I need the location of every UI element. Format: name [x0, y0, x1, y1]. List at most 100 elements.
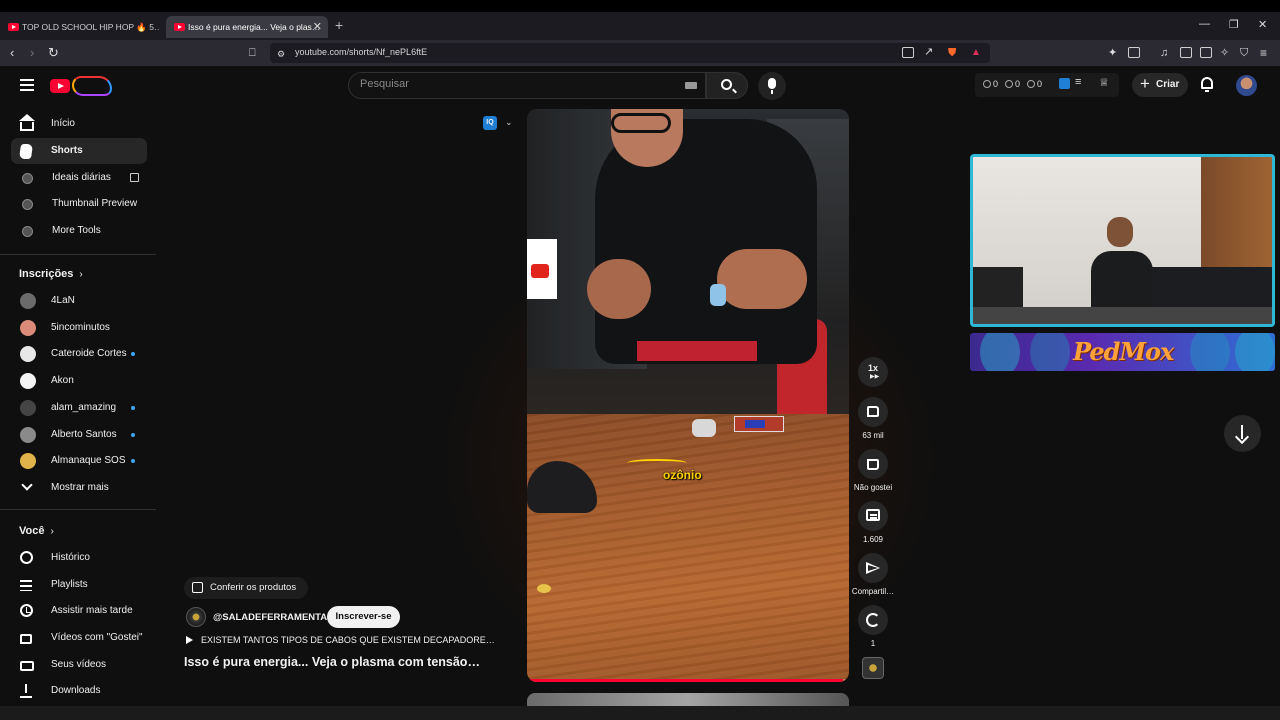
subscription-item[interactable]: Almanaque SOS — [11, 448, 147, 474]
sidebar-item-watch-later[interactable]: Assistir mais tarde — [11, 598, 147, 624]
shield-icon[interactable]: ⛊ — [948, 45, 956, 61]
history-icon — [20, 551, 33, 564]
rewards-icon[interactable]: ▲ — [971, 45, 981, 61]
browser-tab-bar: TOP OLD SCHOOL HIP HOP 🔥 5… Isso é pura … — [0, 0, 1280, 40]
video-watch — [710, 284, 726, 306]
forward-icon[interactable]: › — [30, 45, 34, 61]
like-button[interactable] — [858, 397, 888, 427]
share-button[interactable] — [858, 553, 888, 583]
video-progress-bar[interactable] — [527, 679, 849, 682]
channel-name[interactable]: @SALADEFERRAMENTAS — [213, 612, 333, 623]
sidebar-item-ideas[interactable]: Ideais diárias — [11, 165, 147, 191]
subscription-item[interactable]: 4LaN — [11, 288, 147, 314]
comments-button[interactable] — [858, 501, 888, 531]
short-description[interactable]: EXISTEM TANTOS TIPOS DE CABOS QUE EXISTE… — [186, 635, 495, 645]
bookmark-icon[interactable]: ⎕ — [249, 45, 256, 61]
sidebar-divider — [0, 509, 156, 510]
video-circuit — [682, 414, 792, 437]
sidebar-item-downloads[interactable]: Downloads — [11, 678, 147, 704]
channel-avatar — [20, 399, 36, 416]
browser-tab-1[interactable]: TOP OLD SCHOOL HIP HOP 🔥 5… — [0, 16, 160, 38]
sidebar-item-label: Playlists — [51, 579, 88, 590]
video-hand — [717, 249, 807, 309]
subscribe-button[interactable]: Inscrever-se — [327, 606, 400, 628]
sidebar-item-home[interactable]: Início — [11, 111, 147, 137]
site-info-icon[interactable]: ⚙ — [277, 46, 285, 62]
channel-avatar — [20, 426, 36, 443]
reload-icon[interactable]: ↻ — [48, 45, 59, 61]
show-more-button[interactable]: Mostrar mais — [11, 475, 147, 501]
search-input[interactable] — [360, 78, 670, 90]
hamburger-menu-icon[interactable] — [20, 79, 34, 91]
new-tab-button[interactable]: + — [335, 17, 343, 33]
list-icon[interactable]: ≡ — [1075, 76, 1081, 88]
eye-icon — [1005, 80, 1013, 88]
screenshot-icon[interactable] — [1128, 47, 1140, 58]
wallet-icon[interactable] — [1200, 47, 1212, 58]
voice-search-button[interactable] — [758, 72, 786, 100]
next-short-button[interactable] — [1224, 415, 1261, 452]
you-heading[interactable]: Você › — [19, 525, 54, 537]
subscription-item[interactable]: Akon — [11, 368, 147, 394]
sidebar-item-thumbnail-preview[interactable]: Thumbnail Preview — [11, 191, 147, 217]
back-icon[interactable]: ‹ — [10, 45, 14, 61]
subscriptions-heading[interactable]: Inscrições › — [19, 268, 83, 280]
sound-thumbnail[interactable] — [862, 657, 884, 679]
sidebar: Início Shorts Ideais diárias Thumbnail P… — [0, 106, 158, 706]
subscription-item[interactable]: Alberto Santos — [11, 422, 147, 448]
user-avatar[interactable] — [1236, 75, 1257, 96]
iq-extension-icon[interactable]: IQ — [483, 116, 497, 130]
url-field[interactable]: ⚙ youtube.com/shorts/Nf_nePL6ftE ↗ ⛊ ▲ — [270, 43, 990, 63]
extension-icon — [22, 226, 33, 237]
sidebar-item-your-videos[interactable]: Seus vídeos — [11, 652, 147, 678]
chevron-down-icon[interactable]: ⌄ — [505, 117, 513, 128]
create-button[interactable]: Criar — [1132, 72, 1188, 97]
music-icon[interactable]: ♫ — [1160, 45, 1168, 61]
chevron-right-icon: › — [50, 526, 54, 537]
sidebar-item-more-tools[interactable]: More Tools — [11, 218, 147, 244]
cast-icon[interactable] — [902, 47, 914, 58]
sidebar-item-history[interactable]: Histórico — [11, 545, 147, 571]
search-button[interactable] — [706, 72, 748, 99]
extensions-icon[interactable]: ✦ — [1108, 45, 1117, 61]
sidebar-item-label: Ideais diárias — [52, 172, 111, 183]
close-window-icon[interactable]: ✕ — [1258, 18, 1267, 31]
video-glasses — [611, 113, 671, 133]
browser-tab-2[interactable]: Isso é pura energia... Veja o plas… ✕ — [166, 16, 328, 38]
sidebar-item-liked-videos[interactable]: Vídeos com "Gostei" — [11, 625, 147, 651]
restore-icon[interactable]: ❐ — [1229, 18, 1239, 31]
vpn-icon[interactable]: ⛉ — [1240, 45, 1248, 61]
minimize-icon[interactable]: — — [1199, 18, 1210, 30]
close-tab-icon[interactable]: ✕ — [313, 16, 322, 38]
sidebar-item-label: Thumbnail Preview — [52, 198, 138, 209]
dislike-label: Não gostei — [853, 483, 893, 492]
remix-button[interactable] — [858, 605, 888, 635]
menu-icon[interactable]: ≡ — [1260, 45, 1267, 61]
trophy-icon[interactable]: ♕ — [1099, 76, 1109, 89]
subscription-item[interactable]: Cateroide Cortes — [11, 341, 147, 367]
shorts-icon — [18, 144, 34, 159]
keyboard-icon[interactable] — [685, 82, 697, 89]
play-icon — [186, 636, 193, 644]
playback-speed-button[interactable]: 1x ▶▶ — [858, 357, 888, 387]
subscription-item[interactable]: 5incominutos — [11, 315, 147, 341]
sidebar-toggle-icon[interactable] — [1180, 47, 1192, 58]
view-products-button[interactable]: Conferir os produtos — [184, 577, 308, 599]
youtube-logo[interactable] — [50, 76, 112, 96]
share-page-icon[interactable]: ↗ — [924, 44, 933, 60]
sidebar-item-playlists[interactable]: Playlists — [11, 572, 147, 598]
sidebar-item-shorts[interactable]: Shorts — [11, 138, 147, 164]
short-title[interactable]: Isso é pura energia... Veja o plasma com… — [184, 655, 480, 669]
notifications-bell-icon[interactable] — [1200, 77, 1214, 92]
ai-icon[interactable]: ✧ — [1220, 45, 1229, 61]
dislike-action: Não gostei — [854, 449, 892, 492]
subscription-item[interactable]: alam_amazing — [11, 395, 147, 421]
new-content-dot — [131, 432, 135, 437]
youtube-favicon-icon — [8, 23, 19, 31]
iq-icon[interactable] — [1059, 78, 1070, 89]
shorts-video-player[interactable]: ozônio — [527, 109, 849, 682]
dislike-button[interactable] — [858, 449, 888, 479]
sidebar-item-label: Histórico — [51, 552, 90, 563]
remix-icon — [866, 613, 880, 627]
channel-avatar[interactable] — [186, 607, 206, 627]
